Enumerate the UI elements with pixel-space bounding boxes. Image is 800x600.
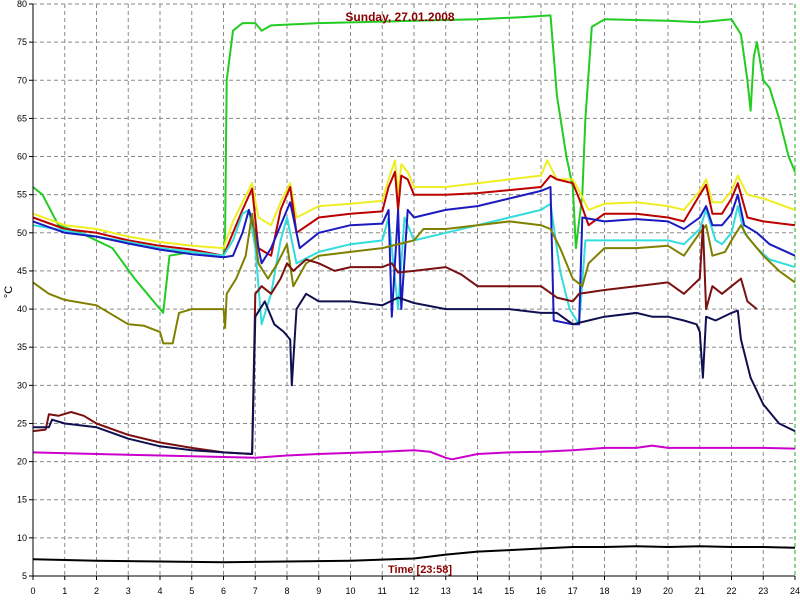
y-tick-label: 65 [17,113,27,123]
x-tick-label: 23 [758,586,768,596]
y-tick-label: 70 [17,75,27,85]
x-tick-label: 8 [284,586,289,596]
y-tick-label: 75 [17,37,27,47]
y-tick-label: 40 [17,304,27,314]
y-tick-label: 15 [17,495,27,505]
y-tick-label: 50 [17,228,27,238]
x-tick-label: 19 [631,586,641,596]
x-tick-label: 17 [568,586,578,596]
x-tick-label: 9 [316,586,321,596]
x-tick-label: 10 [345,586,355,596]
x-tick-label: 18 [599,586,609,596]
x-tick-label: 11 [378,586,387,596]
x-tick-label: 6 [221,586,226,596]
y-tick-label: 45 [17,266,27,276]
plot-background [0,0,800,600]
y-tick-label: 10 [17,533,27,543]
x-tick-label: 7 [253,586,258,596]
y-tick-label: 30 [17,380,27,390]
chart-title: Sunday, 27.01.2008 [345,10,455,24]
x-tick-label: 0 [30,586,35,596]
x-tick-label: 20 [663,586,673,596]
y-tick-label: 80 [17,0,27,9]
x-tick-label: 24 [790,586,800,596]
y-axis-label: °C [3,286,15,298]
x-tick-label: 12 [409,586,419,596]
x-tick-label: 16 [536,586,546,596]
chart: 0 1 2 3 4 5 6 7 8 9 10 11 12 13 14 15 16 17 18 19 20 21 22 23 24… [0,0,800,600]
x-tick-label: 2 [94,586,99,596]
y-tick-label: 55 [17,190,27,200]
x-tick-label: 21 [695,586,705,596]
x-tick-label: 15 [504,586,514,596]
y-tick-label: 60 [17,152,27,162]
x-tick-label: 3 [126,586,131,596]
y-tick-label: 5 [22,571,27,581]
y-tick-label: 20 [17,457,27,467]
x-tick-label: 5 [189,586,194,596]
y-tick-label: 25 [17,418,27,428]
x-tick-label: 1 [62,586,67,596]
x-tick-label: 4 [157,586,162,596]
y-tick-label: 35 [17,342,27,352]
x-axis-label: Time [23:58] [388,564,452,576]
x-tick-label: 14 [472,586,482,596]
x-tick-label: 22 [726,586,736,596]
x-tick-label: 13 [441,586,451,596]
